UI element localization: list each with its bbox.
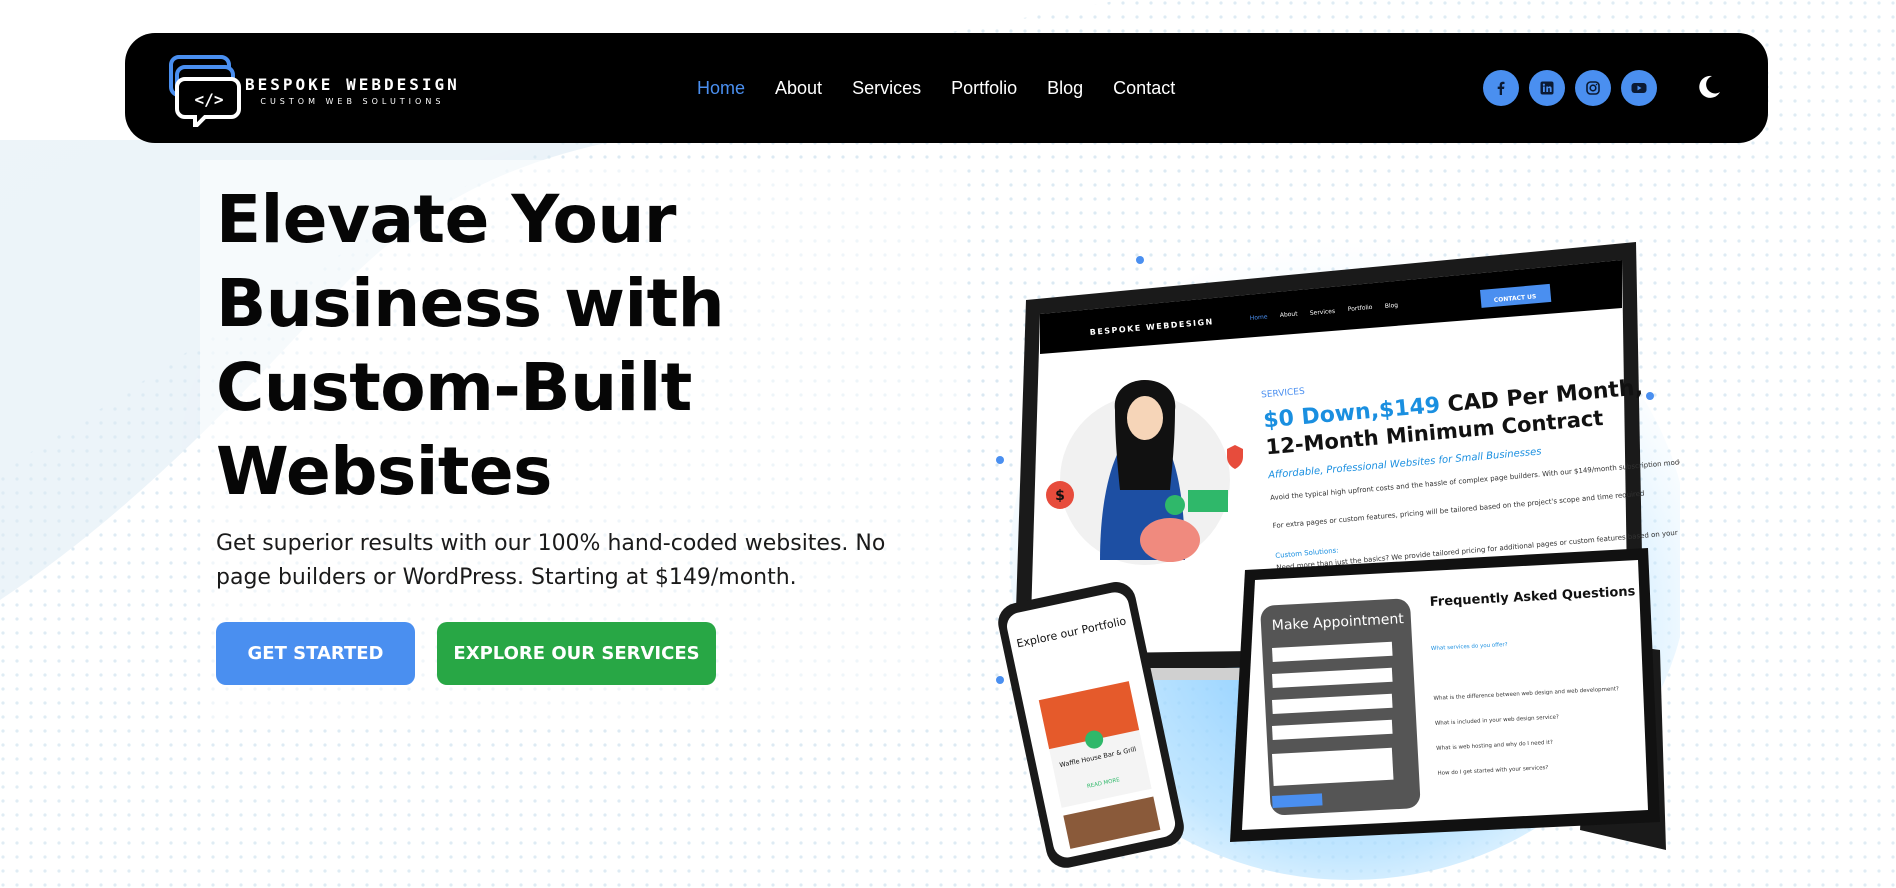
brand-logo[interactable]: </> BESPOKE WEBDESIGN CUSTOM WEB SOLUTIO… bbox=[165, 53, 460, 127]
nav-blog[interactable]: Blog bbox=[1047, 78, 1083, 99]
hero-title: Elevate Your Business with Custom-Built … bbox=[216, 181, 725, 510]
get-started-button[interactable]: GET STARTED bbox=[216, 622, 415, 685]
explore-services-button[interactable]: EXPLORE OUR SERVICES bbox=[437, 622, 716, 685]
svg-text:</>: </> bbox=[195, 90, 224, 109]
tablet-mockup: Make Appointment Frequently Asked Questi… bbox=[1230, 548, 1666, 850]
instagram-icon[interactable] bbox=[1575, 70, 1611, 106]
social-links bbox=[1483, 70, 1657, 106]
nav-contact[interactable]: Contact bbox=[1113, 78, 1175, 99]
linkedin-icon[interactable] bbox=[1529, 70, 1565, 106]
nav-portfolio[interactable]: Portfolio bbox=[951, 78, 1017, 99]
navbar: </> BESPOKE WEBDESIGN CUSTOM WEB SOLUTIO… bbox=[125, 33, 1768, 143]
nav-services[interactable]: Services bbox=[852, 78, 921, 99]
laptop-nav-blog: Blog bbox=[1385, 302, 1399, 310]
nav-about[interactable]: About bbox=[775, 78, 822, 99]
hero-subtitle: Get superior results with our 100% hand-… bbox=[216, 531, 886, 590]
brand-tagline: CUSTOM WEB SOLUTIONS bbox=[260, 96, 445, 106]
logo-mark-icon: </> bbox=[169, 55, 241, 127]
brand-name: BESPOKE WEBDESIGN bbox=[245, 74, 460, 94]
svg-text:$: $ bbox=[1055, 488, 1065, 504]
device-mockup-illustration: BESPOKE WEBDESIGN Home About Services Po… bbox=[996, 240, 1680, 880]
facebook-icon[interactable] bbox=[1483, 70, 1519, 106]
laptop-heading-price: $149 bbox=[1378, 393, 1441, 423]
moon-icon[interactable] bbox=[1695, 73, 1723, 101]
youtube-icon[interactable] bbox=[1621, 70, 1657, 106]
nav-home[interactable]: Home bbox=[697, 78, 745, 99]
main-nav: Home About Services Portfolio Blog Conta… bbox=[697, 33, 1175, 143]
